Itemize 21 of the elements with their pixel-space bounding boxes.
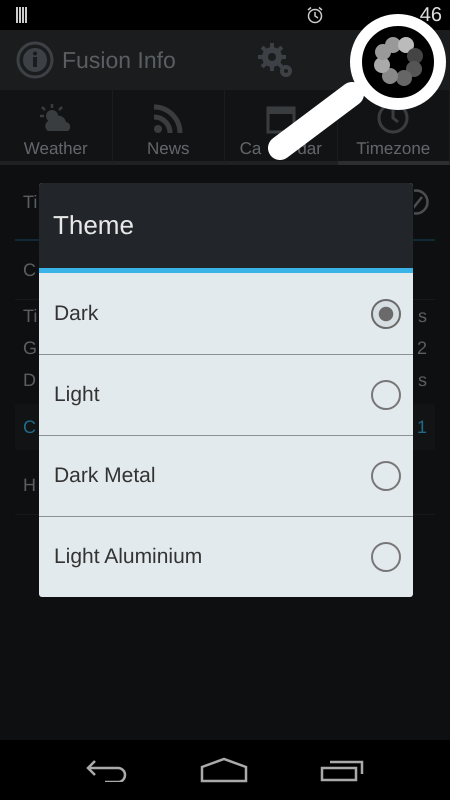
dialog-title: Theme xyxy=(39,183,413,268)
radio-button[interactable] xyxy=(371,542,401,572)
home-icon[interactable] xyxy=(200,757,248,783)
app-title: Fusion Info xyxy=(62,46,176,74)
check-icon xyxy=(414,189,429,215)
alarm-icon xyxy=(306,6,324,24)
theme-option[interactable]: Light Aluminium xyxy=(39,516,413,597)
status-time: 46 xyxy=(420,4,442,26)
back-icon[interactable] xyxy=(86,758,128,782)
theme-option[interactable]: Light xyxy=(39,354,413,435)
rss-icon xyxy=(152,103,184,135)
radio-button[interactable] xyxy=(371,380,401,410)
tab[interactable]: News xyxy=(112,90,225,165)
theme-option[interactable]: Dark xyxy=(39,273,413,354)
tab[interactable]: Weather xyxy=(0,90,112,165)
notification-icon xyxy=(16,7,28,23)
radio-button[interactable] xyxy=(371,461,401,491)
recent-apps-icon[interactable] xyxy=(320,758,364,782)
info-icon xyxy=(16,41,54,79)
radio-button[interactable] xyxy=(371,298,401,328)
theme-option[interactable]: Dark Metal xyxy=(39,435,413,516)
